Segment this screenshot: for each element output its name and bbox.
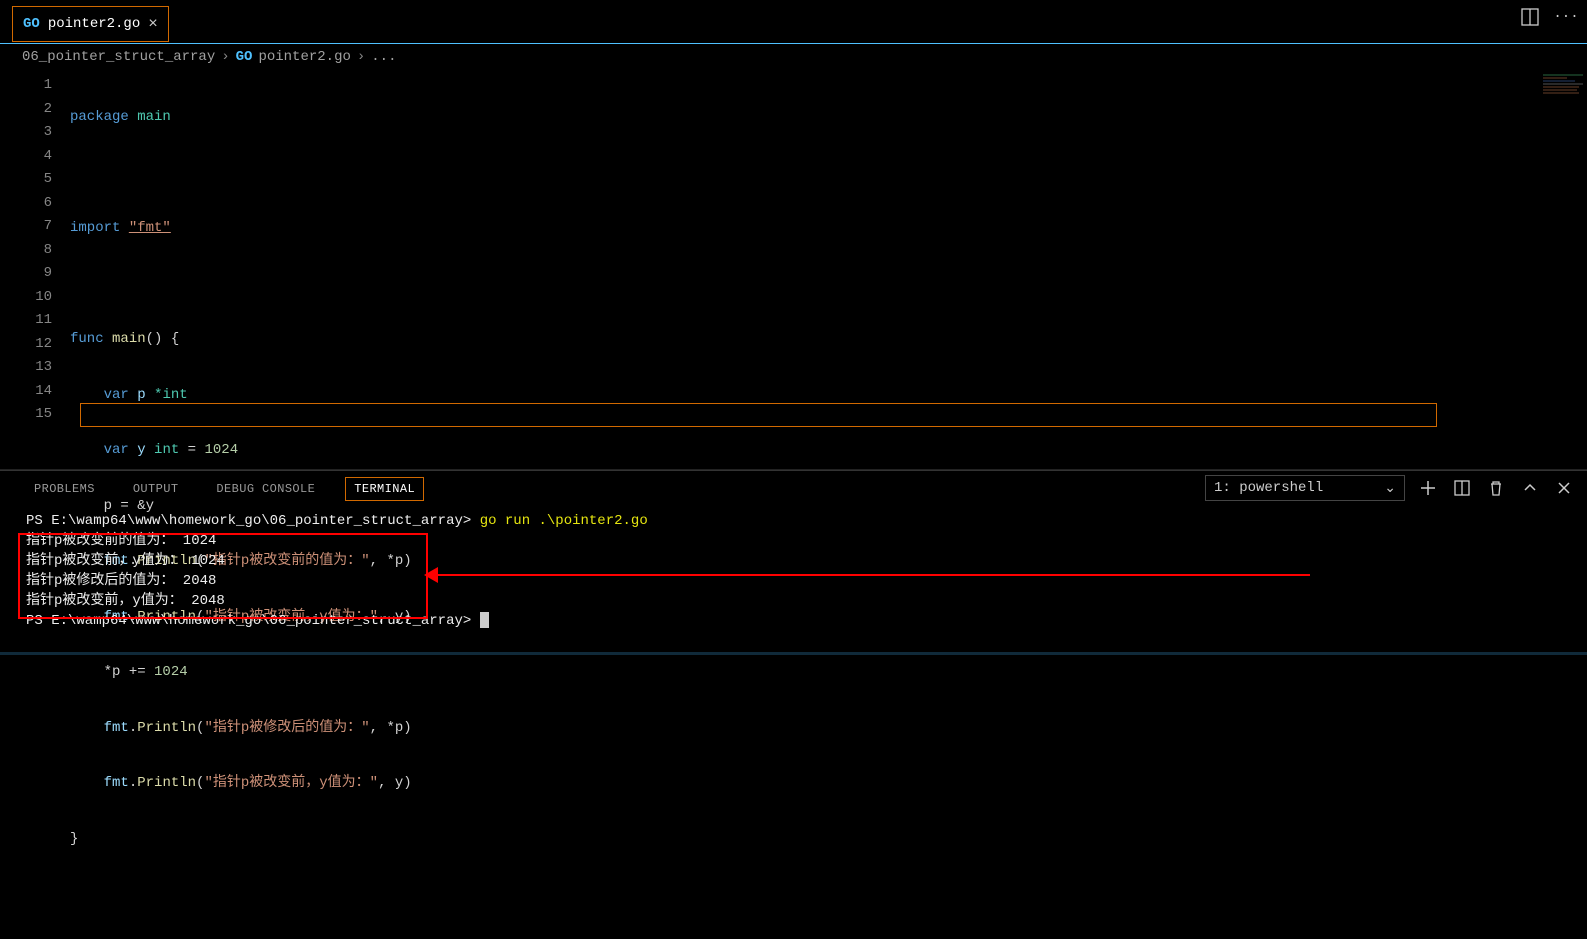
panel-area: PROBLEMS OUTPUT DEBUG CONSOLE TERMINAL 1… <box>0 470 1587 655</box>
terminal-prompt: PS E:\wamp64\www\homework_go\06_pointer_… <box>26 513 471 529</box>
split-terminal-icon[interactable] <box>1451 477 1473 499</box>
line-number-gutter: 123456789101112131415 <box>0 70 70 469</box>
chevron-right-icon: › <box>221 49 229 65</box>
chevron-right-icon: › <box>357 49 365 65</box>
terminal-cursor <box>480 612 489 628</box>
title-tab-bar: GO pointer2.go × ··· <box>0 0 1587 44</box>
tab-debug-console[interactable]: DEBUG CONSOLE <box>208 482 323 496</box>
annotation-arrow <box>430 574 1310 576</box>
terminal-selector[interactable]: 1: powershell ⌄ <box>1205 475 1405 501</box>
breadcrumb-file[interactable]: pointer2.go <box>258 49 350 65</box>
minimap[interactable] <box>1543 74 1583 104</box>
close-icon[interactable]: × <box>148 15 158 33</box>
go-file-icon: GO <box>23 16 40 32</box>
terminal-command: go run .\pointer2.go <box>480 513 648 529</box>
terminal-output-line: 指针p被改变前，y值为： 1024 <box>26 551 1561 571</box>
close-panel-icon[interactable] <box>1553 477 1575 499</box>
terminal-output-line: 指针p被改变前，y值为： 2048 <box>26 591 1561 611</box>
tab-output[interactable]: OUTPUT <box>125 482 187 496</box>
more-actions-icon[interactable]: ··· <box>1555 6 1577 28</box>
split-editor-icon[interactable] <box>1519 6 1541 28</box>
editor-tab-active[interactable]: GO pointer2.go × <box>12 6 169 42</box>
terminal-output-line: 指针p被改变前的值为： 1024 <box>26 531 1561 551</box>
breadcrumb[interactable]: 06_pointer_struct_array › GO pointer2.go… <box>0 44 1587 70</box>
terminal[interactable]: PS E:\wamp64\www\homework_go\06_pointer_… <box>0 507 1587 655</box>
go-file-icon: GO <box>236 49 253 65</box>
chevron-down-icon: ⌄ <box>1384 480 1396 497</box>
panel-tabs: PROBLEMS OUTPUT DEBUG CONSOLE TERMINAL 1… <box>0 471 1587 507</box>
breadcrumb-trail[interactable]: ... <box>371 49 396 65</box>
tab-filename: pointer2.go <box>48 16 140 32</box>
new-terminal-icon[interactable] <box>1417 477 1439 499</box>
terminal-prompt: PS E:\wamp64\www\homework_go\06_pointer_… <box>26 613 471 629</box>
code-editor[interactable]: 123456789101112131415 package main impor… <box>0 70 1587 470</box>
maximize-panel-icon[interactable] <box>1519 477 1541 499</box>
terminal-selector-label: 1: powershell <box>1214 480 1323 496</box>
tab-problems[interactable]: PROBLEMS <box>26 482 103 496</box>
breadcrumb-folder[interactable]: 06_pointer_struct_array <box>22 49 215 65</box>
tab-terminal[interactable]: TERMINAL <box>345 482 424 496</box>
code-content[interactable]: package main import "fmt" func main() { … <box>70 70 1587 469</box>
kill-terminal-icon[interactable] <box>1485 477 1507 499</box>
